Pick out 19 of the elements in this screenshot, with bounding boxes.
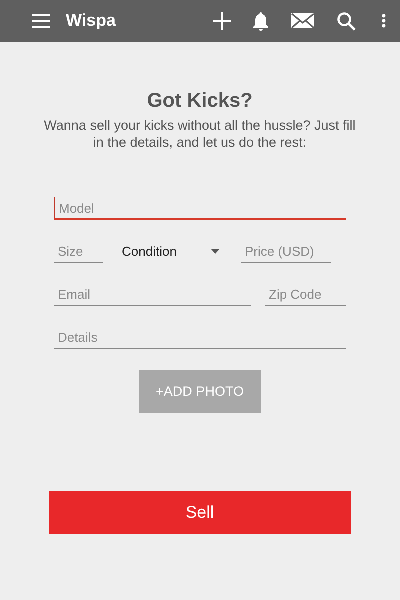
envelope-icon[interactable] [291,13,315,29]
app-title: Wispa [66,11,116,31]
menu-icon[interactable] [32,14,50,28]
search-icon[interactable] [337,12,356,30]
sell-button[interactable]: Sell [49,491,351,534]
more-icon[interactable] [382,14,386,28]
subtitle: Wanna sell your kicks without all the hussle? Just fill in the details, and let us do the rest: [43,117,357,151]
add-photo-button[interactable]: +ADD PHOTO [139,370,261,413]
input-field[interactable]: Email [54,283,251,306]
heading: Got Kicks? [147,90,253,113]
bell-icon[interactable] [253,12,269,30]
caret-icon [211,249,220,254]
input-field[interactable]: Model [54,197,346,220]
condition-dropdown[interactable]: Condition [122,240,222,263]
plus-icon[interactable] [213,12,231,30]
input-field[interactable]: Zip Code [265,283,346,306]
input-field[interactable]: Price (USD) [241,240,331,263]
input-field[interactable]: Size [54,240,103,263]
input-field[interactable]: Details [54,326,346,349]
